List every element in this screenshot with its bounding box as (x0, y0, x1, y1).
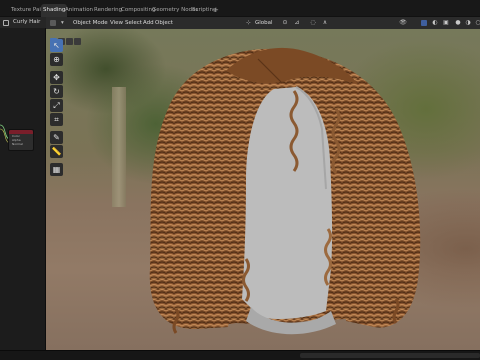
node-editor-panel[interactable]: Curly Hair Color Alpha Normal (0, 17, 46, 350)
tab-animation[interactable]: Animation (63, 4, 95, 17)
editor-type-icon[interactable] (50, 20, 56, 26)
falloff-icon[interactable]: ∧ (321, 19, 329, 27)
rotate-icon: ↻ (53, 87, 60, 96)
move-tool[interactable]: ✥ (50, 71, 63, 84)
rotate-tool[interactable]: ↻ (50, 85, 63, 98)
rendered-shading-icon[interactable]: ○ (474, 19, 480, 27)
annotate-tool[interactable]: ✎ (50, 131, 63, 144)
selection-mode-group (50, 30, 82, 45)
ruler-icon: 📏 (51, 147, 62, 156)
viewport-header: ▾ Object Mode View Select Add Object ⊹ G… (46, 17, 480, 29)
pivot-icon[interactable]: ⊙ (281, 19, 289, 27)
add-workspace-button[interactable]: + (213, 4, 219, 17)
head-mesh (242, 87, 333, 319)
menu-add[interactable]: Add (143, 17, 154, 29)
menu-view[interactable]: View (110, 17, 123, 29)
scale-icon: ⤢ (53, 101, 60, 110)
hair-render (149, 47, 421, 335)
snap-icon[interactable]: ⊿ (293, 19, 301, 27)
cursor-tool[interactable]: ⊕ (50, 53, 63, 66)
select-cursor-icon: ↖ (53, 41, 60, 50)
add-cube-tool[interactable]: ▦ (50, 163, 63, 176)
select-mode-intersect-icon[interactable] (74, 38, 81, 45)
menu-select[interactable]: Select (125, 17, 142, 29)
mode-dropdown[interactable]: Object Mode (73, 17, 108, 29)
orientation-icon: ⊹ (246, 20, 251, 26)
visibility-icon[interactable]: 👁 (399, 19, 407, 27)
transform-orientation-dropdown[interactable]: Global (255, 17, 273, 29)
pencil-icon: ✎ (53, 133, 60, 142)
shader-node[interactable]: Color Alpha Normal (8, 129, 34, 151)
proportional-edit-icon[interactable]: ◌ (309, 19, 317, 27)
status-bar (0, 350, 480, 360)
3d-cursor-icon: ⊕ (53, 55, 60, 64)
workspace-tab-bar: Texture Paint Shading Animation Renderin… (0, 0, 480, 17)
solid-shading-icon[interactable]: ● (454, 19, 462, 27)
3d-viewport[interactable]: ↖ ⊕ ✥ ↻ ⤢ ⌗ ✎ 📏 ▦ (46, 29, 480, 350)
select-mode-subtract-icon[interactable] (66, 38, 73, 45)
measure-tool[interactable]: 📏 (50, 145, 63, 158)
material-preview-icon[interactable]: ◑ (464, 19, 472, 27)
gizmo-toggle-icon[interactable] (421, 20, 427, 26)
tool-shelf: ↖ ⊕ ✥ ↻ ⤢ ⌗ ✎ 📏 ▦ (50, 39, 64, 177)
blender-window: Texture Paint Shading Animation Renderin… (0, 0, 480, 360)
select-tool[interactable]: ↖ (50, 39, 63, 52)
scale-tool[interactable]: ⤢ (50, 99, 63, 112)
overlay-icon[interactable]: ◐ (431, 19, 439, 27)
horizontal-scrollbar[interactable] (300, 353, 480, 358)
move-icon: ✥ (53, 73, 60, 82)
transform-tool[interactable]: ⌗ (50, 113, 63, 126)
cube-icon: ▦ (52, 165, 61, 174)
menu-object[interactable]: Object (155, 17, 173, 29)
transform-icon: ⌗ (54, 115, 59, 124)
node-socket-normal: Normal (12, 142, 23, 146)
mode-dropdown-icon: ▾ (61, 20, 64, 26)
xray-icon[interactable]: ▣ (442, 19, 450, 27)
node-link (0, 124, 10, 144)
